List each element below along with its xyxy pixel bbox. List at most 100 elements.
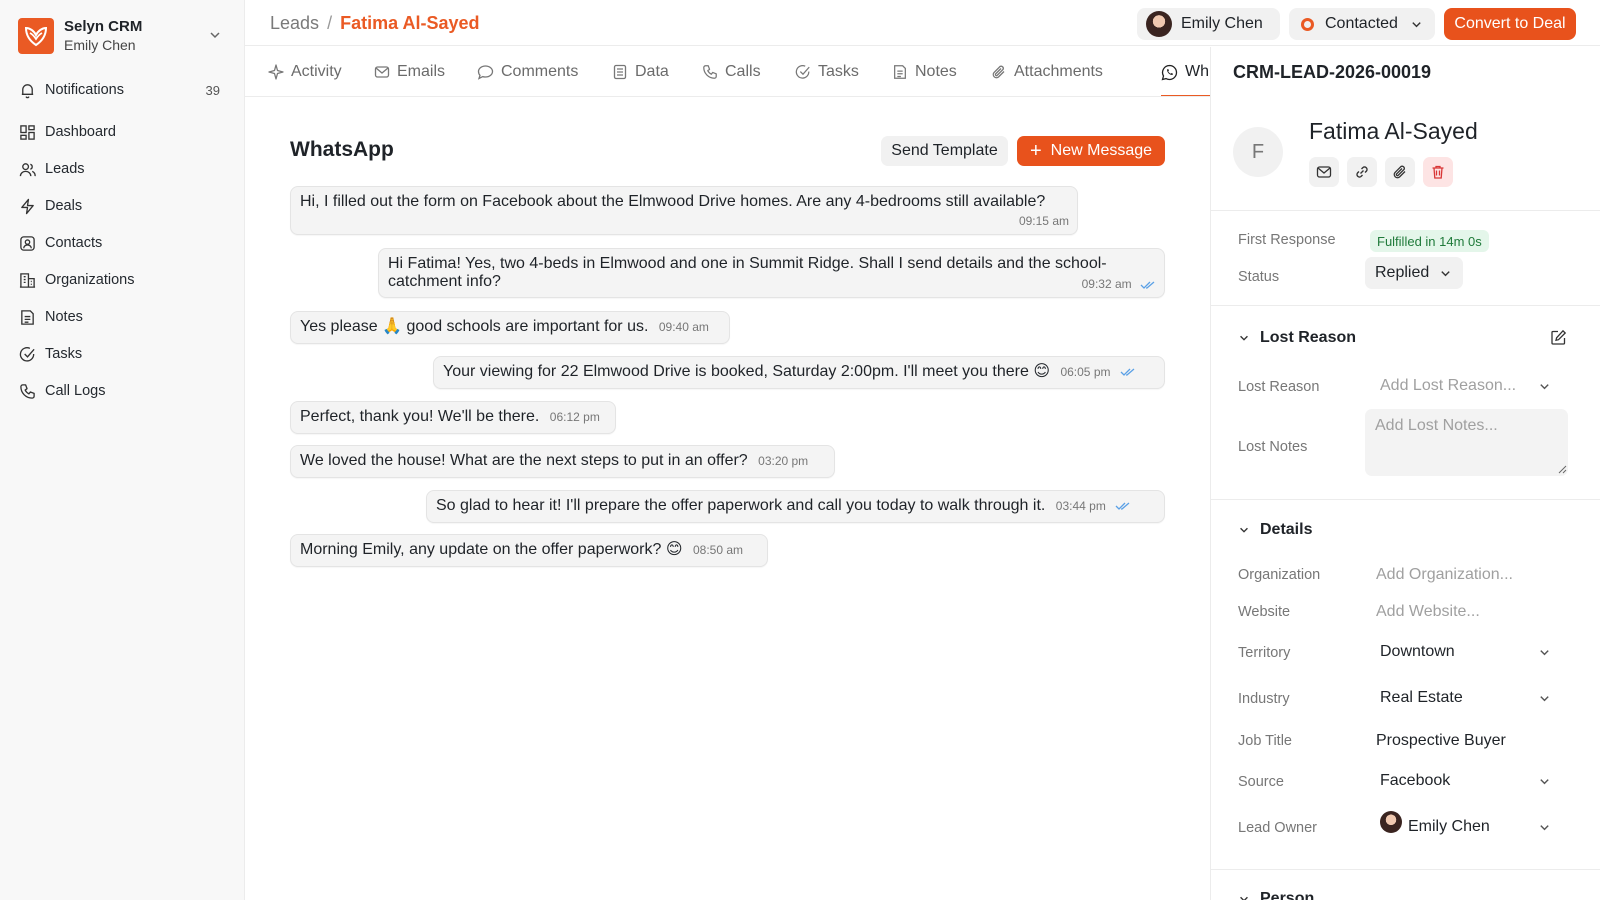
sidebar-item-call-logs[interactable]: Call Logs	[10, 375, 230, 407]
first-response-label: First Response	[1238, 232, 1336, 248]
tab-label: Comments	[501, 63, 579, 80]
attach-button[interactable]	[1385, 157, 1415, 187]
copy-link-button[interactable]	[1347, 157, 1377, 187]
trash-icon	[1432, 165, 1444, 179]
sidebar-item-contacts[interactable]: Contacts	[10, 227, 230, 259]
job-title-input[interactable]: Prospective Buyer	[1376, 732, 1506, 750]
sidebar-item-organizations[interactable]: Organizations	[10, 264, 230, 296]
message-text: Yes please 🙏 good schools are important …	[300, 318, 649, 335]
message-time: 09:32 am	[1081, 277, 1132, 291]
status-field-label: Status	[1238, 269, 1280, 285]
send-template-button[interactable]: Send Template	[881, 136, 1008, 166]
check-circle-icon	[18, 345, 36, 363]
workspace-user: Emily Chen	[64, 37, 136, 53]
sidebar-item-deals[interactable]: Deals	[10, 190, 230, 222]
phone-icon	[702, 64, 718, 80]
tab-bar: Activity Emails Comments Data Calls Task…	[245, 47, 1210, 97]
resize-handle-icon[interactable]	[1558, 465, 1567, 474]
breadcrumb-separator: /	[327, 13, 333, 33]
tab-whatsapp[interactable]: Wh	[1161, 47, 1210, 96]
tab-label: Activity	[291, 63, 342, 80]
lead-id: CRM-LEAD-2026-00019	[1233, 62, 1432, 82]
note-icon	[892, 64, 908, 80]
message-text: Perfect, thank you! We'll be there.	[300, 408, 540, 425]
tab-attachments[interactable]: Attachments	[991, 47, 1103, 96]
page-title: WhatsApp	[290, 138, 394, 161]
message-bubble-incoming: Morning Emily, any update on the offer p…	[290, 534, 768, 567]
status-dropdown[interactable]: Contacted	[1289, 8, 1435, 40]
tab-label: Wh	[1185, 63, 1209, 80]
lead-name: Fatima Al-Sayed	[1309, 118, 1478, 144]
message-text: Hi Fatima! Yes, two 4-beds in Elmwood an…	[388, 255, 1107, 290]
double-check-icon	[1140, 280, 1156, 290]
message-bubble-incoming: Perfect, thank you! We'll be there. 06:1…	[290, 401, 616, 434]
website-input[interactable]: Add Website...	[1376, 603, 1480, 621]
sidebar-item-dashboard[interactable]: Dashboard	[10, 116, 230, 148]
industry-label: Industry	[1238, 691, 1290, 707]
chevron-down-icon	[1238, 524, 1250, 536]
tab-data[interactable]: Data	[612, 47, 669, 96]
email-button[interactable]	[1309, 157, 1339, 187]
message-time: 08:50 am	[692, 543, 744, 557]
person-section-toggle[interactable]: Person	[1238, 890, 1314, 900]
industry-select[interactable]: Real Estate	[1380, 689, 1463, 707]
website-label: Website	[1238, 604, 1291, 620]
territory-select[interactable]: Downtown	[1380, 643, 1455, 661]
lost-notes-textarea[interactable]: Add Lost Notes...	[1365, 409, 1568, 476]
avatar	[1380, 811, 1402, 833]
lead-details-panel: CRM-LEAD-2026-00019 F Fatima Al-Sayed Fi…	[1210, 47, 1600, 900]
chevron-down-icon	[1538, 646, 1551, 659]
avatar: F	[1233, 127, 1283, 177]
delete-button[interactable]	[1423, 157, 1453, 187]
top-bar: Leads / Fatima Al-Sayed Emily Chen Conta…	[245, 0, 1600, 46]
tab-tasks[interactable]: Tasks	[795, 47, 859, 96]
new-message-button[interactable]: + New Message	[1017, 136, 1165, 166]
message-text: So glad to hear it! I'll prepare the off…	[436, 497, 1046, 514]
sidebar-item-label: Leads	[45, 161, 85, 177]
message-time: 09:15 am	[1018, 214, 1069, 228]
chevron-down-icon	[1538, 692, 1551, 705]
assignee-name: Emily Chen	[1181, 15, 1263, 32]
assignee-button[interactable]: Emily Chen	[1137, 8, 1280, 40]
sidebar-item-tasks[interactable]: Tasks	[10, 338, 230, 370]
brand-logo-icon	[18, 18, 54, 54]
check-circle-icon	[795, 64, 811, 80]
workspace-name: Selyn CRM	[64, 18, 143, 35]
lost-reason-select[interactable]: Add Lost Reason...	[1380, 377, 1516, 395]
tab-activity[interactable]: Activity	[268, 47, 342, 96]
tab-label: Tasks	[818, 63, 859, 80]
tab-emails[interactable]: Emails	[374, 47, 445, 96]
tab-comments[interactable]: Comments	[477, 47, 579, 96]
sidebar-item-label: Tasks	[45, 346, 83, 362]
lost-notes-label: Lost Notes	[1238, 439, 1308, 455]
convert-to-deal-button[interactable]: Convert to Deal	[1444, 8, 1576, 40]
organization-label: Organization	[1238, 567, 1321, 583]
tab-calls[interactable]: Calls	[702, 47, 761, 96]
message-bubble-outgoing: So glad to hear it! I'll prepare the off…	[426, 490, 1165, 523]
sidebar-item-label: Dashboard	[45, 124, 116, 140]
tab-notes[interactable]: Notes	[892, 47, 957, 96]
status-value: Replied	[1375, 264, 1430, 281]
users-icon	[18, 160, 36, 178]
status-select[interactable]: Replied	[1365, 257, 1463, 289]
sidebar-item-notes[interactable]: Notes	[10, 301, 230, 333]
organization-input[interactable]: Add Organization...	[1376, 566, 1513, 584]
message-bubble-incoming: Yes please 🙏 good schools are important …	[290, 311, 730, 344]
lost-reason-section-toggle[interactable]: Lost Reason	[1238, 329, 1356, 347]
details-section-toggle[interactable]: Details	[1238, 521, 1312, 539]
breadcrumb-root[interactable]: Leads	[270, 13, 319, 33]
sidebar-item-leads[interactable]: Leads	[10, 153, 230, 185]
source-select[interactable]: Facebook	[1380, 772, 1450, 790]
sidebar-item-label: Deals	[45, 198, 83, 214]
lightning-icon	[18, 197, 36, 215]
breadcrumb: Leads / Fatima Al-Sayed	[270, 13, 479, 34]
lead-owner-select[interactable]: Emily Chen	[1408, 818, 1490, 836]
phone-icon	[18, 382, 36, 400]
chevron-down-icon	[1538, 380, 1551, 393]
sidebar-item-notifications[interactable]: Notifications 39	[10, 74, 230, 106]
tab-label: Calls	[725, 63, 761, 80]
activity-icon	[268, 64, 284, 80]
message-time: 09:40 am	[658, 320, 709, 334]
workspace-switcher[interactable]: Selyn CRM Emily Chen	[18, 16, 228, 56]
edit-icon[interactable]	[1550, 329, 1567, 346]
